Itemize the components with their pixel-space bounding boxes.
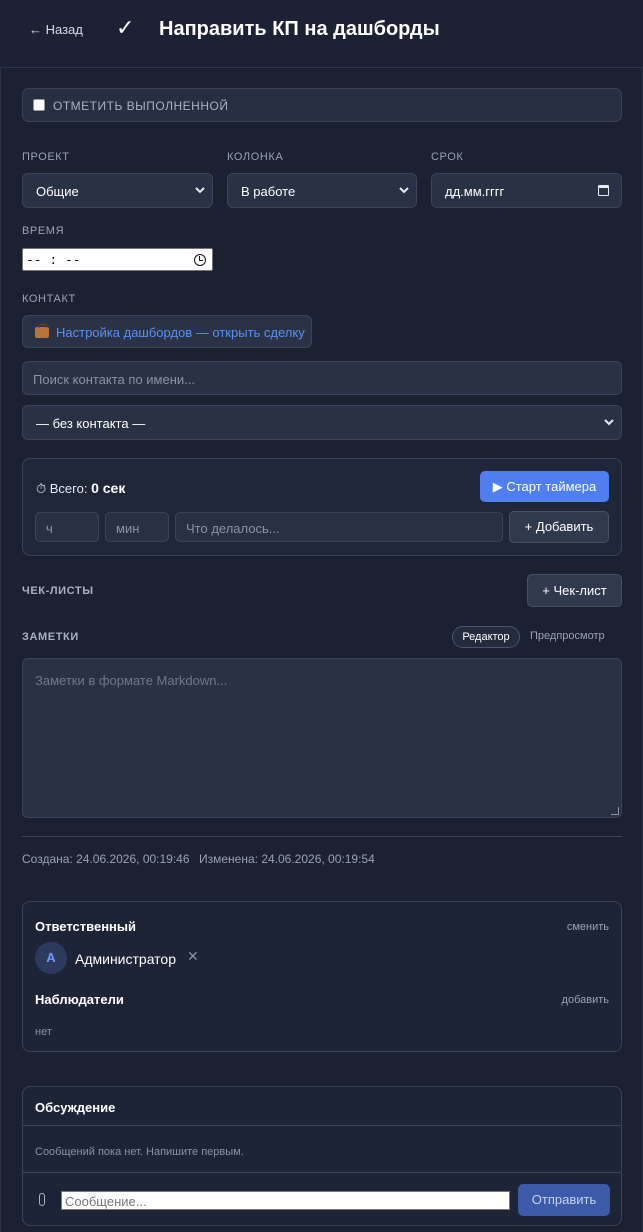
add-time-button[interactable]: + Добавить [509, 511, 609, 543]
contact-select[interactable]: — без контакта — [22, 405, 622, 440]
people-card: Ответственный сменить А Администратор ✕ … [22, 901, 622, 1052]
header: ← Назад ✓ Направить КП на дашборды [0, 0, 643, 68]
time-label: ВРЕМЯ [22, 225, 65, 237]
clock-icon[interactable] [194, 254, 206, 266]
work-description-placeholder: Что делалось... [186, 521, 280, 536]
contact-label: КОНТАКТ [22, 293, 76, 305]
modified-timestamp: Изменена: 24.06.2026, 00:19:54 [199, 852, 375, 866]
message-input[interactable]: Сообщение... [61, 1191, 510, 1210]
project-select[interactable]: Общие [22, 173, 213, 208]
briefcase-icon [35, 324, 49, 338]
page-title: Направить КП на дашборды [159, 18, 440, 40]
checklists-label: ЧЕК-ЛИСТЫ [22, 585, 94, 597]
notes-label: ЗАМЕТКИ [22, 631, 79, 643]
check-icon: ✓ [116, 16, 135, 41]
tab-preview[interactable]: Предпросмотр [530, 630, 605, 642]
deadline-label: СРОК [431, 151, 464, 163]
chevron-down-icon [604, 419, 614, 426]
message-placeholder: Сообщение... [65, 1194, 147, 1209]
project-label: ПРОЕКТ [22, 151, 70, 163]
chevron-down-icon [399, 187, 409, 194]
time-input[interactable]: -- : -- [22, 248, 213, 271]
notes-textarea[interactable]: Заметки в формате Markdown... [22, 658, 622, 818]
column-select[interactable]: В работе [227, 173, 417, 208]
column-label: КОЛОНКА [227, 151, 284, 163]
total-time-prefix: ⏱ Всего: [36, 481, 88, 496]
divider [23, 1125, 621, 1126]
done-label: ОТМЕТИТЬ ВЫПОЛНЕННОЙ [53, 99, 229, 113]
open-deal-link[interactable]: Настройка дашбордов — открыть сделку [22, 315, 312, 348]
column-value: В работе [241, 184, 296, 199]
hours-input[interactable]: ч [35, 512, 99, 542]
created-timestamp: Создана: 24.06.2026, 00:19:46 [22, 852, 190, 866]
work-description-input[interactable]: Что делалось... [175, 512, 503, 542]
paperclip-icon[interactable] [39, 1193, 45, 1206]
time-tracker: ⏱ Всего: 0 сек ▶ Старт таймера ч мин Что… [22, 458, 622, 556]
change-responsible-link[interactable]: сменить [567, 921, 609, 933]
resize-handle-icon[interactable] [611, 807, 619, 815]
chevron-down-icon [195, 187, 205, 194]
discussion-title: Обсуждение [35, 1100, 116, 1115]
start-timer-button[interactable]: ▶ Старт таймера [480, 471, 609, 502]
total-time-value: 0 сек [91, 480, 126, 496]
close-icon[interactable]: ✕ [187, 949, 199, 965]
total-time: ⏱ Всего: 0 сек [36, 480, 125, 497]
divider [23, 1172, 621, 1173]
add-checklist-button[interactable]: + Чек-лист [527, 574, 622, 607]
project-value: Общие [36, 184, 79, 199]
contact-search-placeholder: Поиск контакта по имени... [33, 372, 195, 387]
divider [22, 836, 622, 837]
mark-done-toggle[interactable]: ОТМЕТИТЬ ВЫПОЛНЕННОЙ [22, 88, 622, 122]
notes-placeholder: Заметки в формате Markdown... [35, 673, 228, 688]
watchers-empty: нет [35, 1026, 52, 1038]
done-checkbox[interactable] [33, 99, 45, 111]
responsible-title: Ответственный [35, 919, 136, 934]
tab-editor[interactable]: Редактор [452, 626, 520, 648]
hours-placeholder: ч [46, 521, 53, 536]
add-watcher-link[interactable]: добавить [562, 994, 609, 1006]
contact-select-value: — без контакта — [36, 416, 146, 431]
avatar: А [35, 942, 67, 974]
deadline-value: дд.мм.гггг [445, 184, 505, 199]
discussion-empty: Сообщений пока нет. Напишите первым. [35, 1146, 244, 1158]
responsible-name: Администратор [75, 951, 177, 967]
time-value: -- : -- [26, 253, 81, 268]
deadline-date-input[interactable]: дд.мм.гггг [431, 173, 622, 208]
calendar-icon[interactable] [598, 185, 609, 196]
send-button[interactable]: Отправить [518, 1184, 610, 1216]
minutes-placeholder: мин [116, 521, 140, 536]
discussion-card: Обсуждение Сообщений пока нет. Напишите … [22, 1086, 622, 1226]
minutes-input[interactable]: мин [105, 512, 169, 542]
deal-link-text: Настройка дашбордов — открыть сделку [56, 325, 305, 340]
contact-search-input[interactable]: Поиск контакта по имени... [22, 361, 622, 395]
back-link[interactable]: ← Назад [29, 22, 83, 37]
watchers-title: Наблюдатели [35, 992, 124, 1007]
